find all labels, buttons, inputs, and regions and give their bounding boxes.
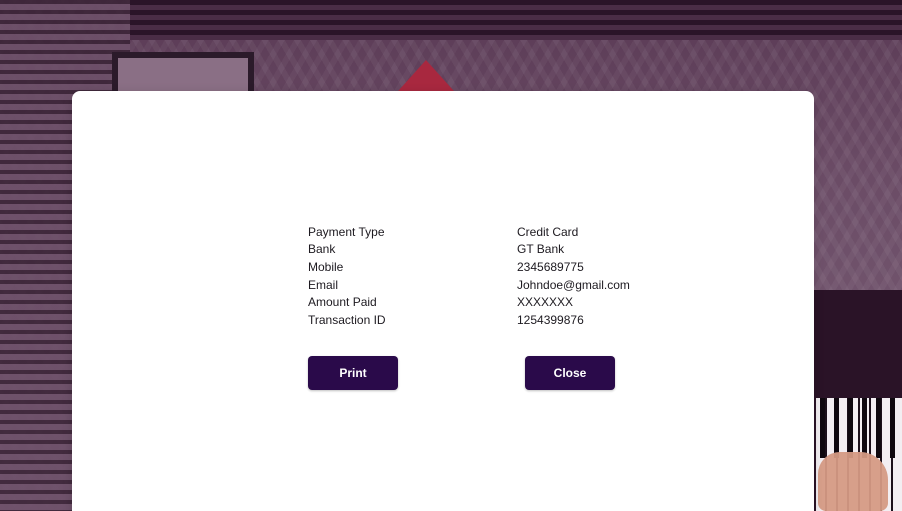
close-button[interactable]: Close xyxy=(525,356,615,390)
detail-label: Mobile xyxy=(308,259,344,274)
background-piano-black-keys xyxy=(820,398,902,458)
detail-label: Transaction ID xyxy=(308,312,386,327)
detail-label: Bank xyxy=(308,242,336,257)
detail-row-transaction-id: Transaction ID 1254399876 xyxy=(308,311,668,329)
detail-value: XXXXXXX xyxy=(517,295,574,310)
background-hand xyxy=(818,452,888,511)
payment-details: Payment Type Credit Card Bank GT Bank Mo… xyxy=(308,223,668,329)
detail-value: Credit Card xyxy=(517,224,579,239)
detail-label: Amount Paid xyxy=(308,295,377,310)
print-button[interactable]: Print xyxy=(308,356,398,390)
detail-label: Payment Type xyxy=(308,224,385,239)
detail-value: 1254399876 xyxy=(517,312,584,327)
detail-row-email: Email Johndoe@gmail.com xyxy=(308,276,668,294)
detail-value: GT Bank xyxy=(517,242,565,257)
detail-row-payment-type: Payment Type Credit Card xyxy=(308,223,668,241)
detail-value: Johndoe@gmail.com xyxy=(517,277,630,292)
background-top-band xyxy=(130,0,902,40)
detail-label: Email xyxy=(308,277,339,292)
detail-row-bank: Bank GT Bank xyxy=(308,241,668,259)
detail-value: 2345689775 xyxy=(517,259,584,274)
payment-receipt-modal: Payment Type Credit Card Bank GT Bank Mo… xyxy=(72,91,814,511)
detail-row-mobile: Mobile 2345689775 xyxy=(308,258,668,276)
detail-row-amount-paid: Amount Paid XXXXXXX xyxy=(308,293,668,311)
